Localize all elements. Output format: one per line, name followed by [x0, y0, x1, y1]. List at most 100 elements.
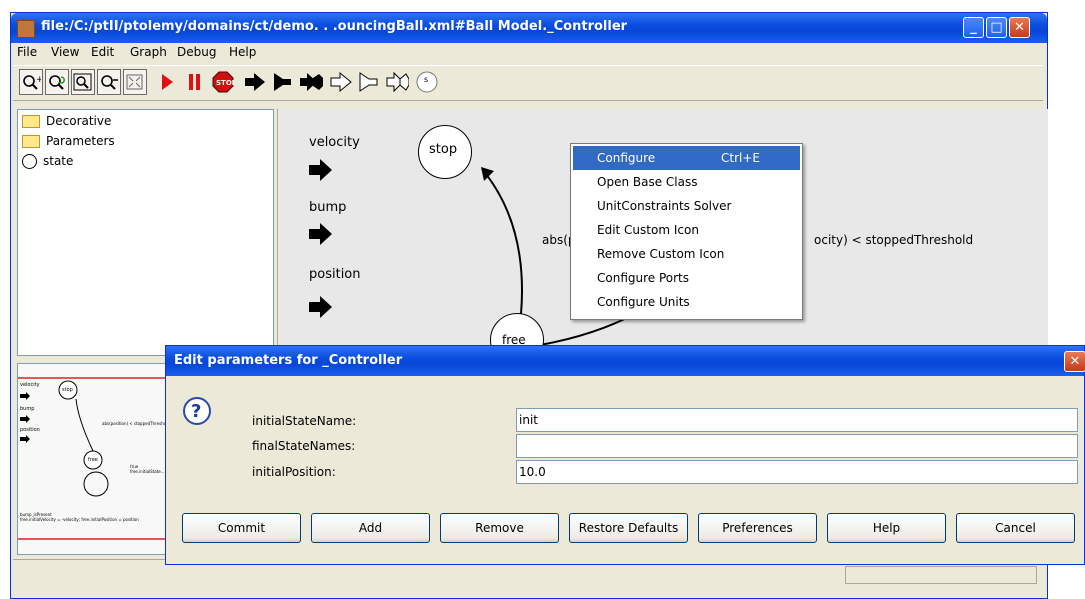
overview-free-label: true free.initialState... [130, 464, 165, 474]
overview-state-free: free [88, 457, 98, 463]
menu-debug[interactable]: Debug [177, 45, 216, 59]
zoom-reset-button[interactable] [45, 69, 69, 95]
tree-item-state[interactable]: state [22, 152, 73, 170]
menu-item-label: Configure Units [597, 295, 690, 309]
cancel-button[interactable]: Cancel [956, 513, 1075, 543]
input-multiport-button[interactable] [329, 69, 353, 95]
overview-port-position: position [20, 427, 40, 433]
tree-item-parameters[interactable]: Parameters [22, 132, 115, 150]
fullscreen-icon [126, 74, 143, 90]
menu-item-configure-ports[interactable]: Configure Ports [573, 266, 800, 290]
library-tree: Decorative Parameters state [17, 109, 274, 356]
overview-port-bump: bump [20, 406, 35, 412]
state-icon [22, 153, 37, 169]
zoom-in-button[interactable]: + [19, 69, 43, 95]
fullscreen-button[interactable] [123, 69, 147, 95]
zoom-out-icon [101, 75, 118, 90]
menu-file[interactable]: File [17, 45, 37, 59]
param-label-initial-position: initialPosition: [252, 465, 336, 479]
svg-text:+: + [36, 75, 41, 85]
menu-view[interactable]: View [51, 45, 79, 59]
overview-port-velocity: velocity [20, 382, 40, 388]
toolbar: + STOP s [13, 65, 1043, 101]
overview-transition-label: abs(position) < stoppedThreshold [102, 421, 170, 426]
pause-button[interactable] [183, 69, 207, 95]
menu-item-label: Edit Custom Icon [597, 223, 699, 237]
output-multiport-button[interactable] [357, 69, 381, 95]
restore-defaults-button[interactable]: Restore Defaults [569, 513, 688, 543]
io-multiport-button[interactable] [385, 69, 409, 95]
menu-item-unitconstraints-solver[interactable]: UnitConstraints Solver [573, 194, 800, 218]
zoom-fit-icon [73, 73, 92, 91]
zoom-out-button[interactable] [97, 69, 121, 95]
title-bar[interactable]: file:/C:/ptII/ptolemy/domains/ct/demo. .… [11, 13, 1047, 43]
dialog-close-button[interactable]: ✕ [1064, 351, 1085, 372]
input-port-button[interactable] [243, 69, 267, 95]
close-button[interactable]: ✕ [1009, 17, 1030, 38]
run-icon [162, 74, 173, 90]
tree-item-label: state [43, 154, 74, 168]
state-button[interactable]: s [415, 69, 439, 95]
dialog-title-bar[interactable]: Edit parameters for _Controller ✕ [166, 346, 1085, 376]
window-title: file:/C:/ptII/ptolemy/domains/ct/demo. .… [41, 19, 628, 34]
minimize-button[interactable]: _ [963, 17, 984, 38]
menu-item-label: Open Base Class [597, 175, 698, 189]
zoom-reset-icon [49, 75, 65, 90]
input-port-icon [245, 73, 265, 91]
menu-help[interactable]: Help [229, 45, 256, 59]
initial-position-input[interactable] [516, 460, 1078, 484]
status-field [845, 566, 1037, 584]
menu-bar: File View Edit Graph Debug Help [11, 43, 1047, 63]
menu-item-configure[interactable]: Configure Ctrl+E [573, 146, 800, 170]
initial-state-name-input[interactable] [516, 408, 1078, 432]
menu-item-accelerator: Ctrl+E [721, 151, 760, 165]
overview-bottom-label: bump_isPresent free.initialVelocity = -v… [20, 512, 139, 522]
dialog-title: Edit parameters for _Controller [174, 353, 403, 368]
menu-item-label: Configure Ports [597, 271, 690, 285]
tree-item-label: Decorative [46, 114, 112, 128]
stop-icon: STOP [212, 71, 234, 93]
preferences-button[interactable]: Preferences [698, 513, 817, 543]
menu-item-open-base-class[interactable]: Open Base Class [573, 170, 800, 194]
menu-item-label: UnitConstraints Solver [597, 199, 732, 213]
remove-button[interactable]: Remove [440, 513, 559, 543]
input-multiport-icon [330, 71, 352, 93]
run-button[interactable] [155, 69, 179, 95]
output-port-icon [274, 73, 291, 91]
stop-button[interactable]: STOP [211, 69, 235, 95]
tree-item-decorative[interactable]: Decorative [22, 112, 111, 130]
param-label-initial-state-name: initialStateName: [252, 414, 357, 428]
menu-item-edit-custom-icon[interactable]: Edit Custom Icon [573, 218, 800, 242]
menu-item-configure-units[interactable]: Configure Units [573, 290, 800, 314]
menu-item-label: Configure [597, 151, 656, 165]
maximize-icon: □ [990, 20, 1003, 35]
close-icon: ✕ [1014, 20, 1025, 35]
output-port-button[interactable] [271, 69, 295, 95]
zoom-fit-button[interactable] [71, 69, 95, 95]
menu-item-remove-custom-icon[interactable]: Remove Custom Icon [573, 242, 800, 266]
tree-item-label: Parameters [46, 134, 115, 148]
input-output-port-button[interactable] [299, 69, 323, 95]
output-multiport-icon [359, 72, 378, 92]
maximize-button[interactable]: □ [986, 17, 1007, 38]
param-label-final-state-names: finalStateNames: [252, 439, 356, 453]
menu-edit[interactable]: Edit [91, 45, 114, 59]
io-multiport-icon [386, 71, 409, 93]
question-icon: ? [183, 397, 211, 425]
context-menu: Configure Ctrl+E Open Base Class UnitCon… [570, 143, 803, 320]
input-output-port-icon [300, 73, 323, 91]
overview-state-stop: stop [62, 387, 73, 393]
add-button[interactable]: Add [311, 513, 430, 543]
close-icon: ✕ [1069, 354, 1081, 369]
state-button-label: s [424, 75, 429, 84]
svg-text:STOP: STOP [216, 79, 234, 87]
final-state-names-input[interactable] [516, 434, 1078, 458]
transition-guard-right: ocity) < stoppedThreshold [814, 233, 974, 247]
minimize-icon: _ [970, 20, 977, 35]
commit-button[interactable]: Commit [182, 513, 301, 543]
svg-text:?: ? [191, 401, 201, 422]
menu-graph[interactable]: Graph [130, 45, 167, 59]
help-button[interactable]: Help [827, 513, 946, 543]
ptolemy-app-icon [17, 20, 35, 38]
pause-icon [189, 74, 200, 90]
